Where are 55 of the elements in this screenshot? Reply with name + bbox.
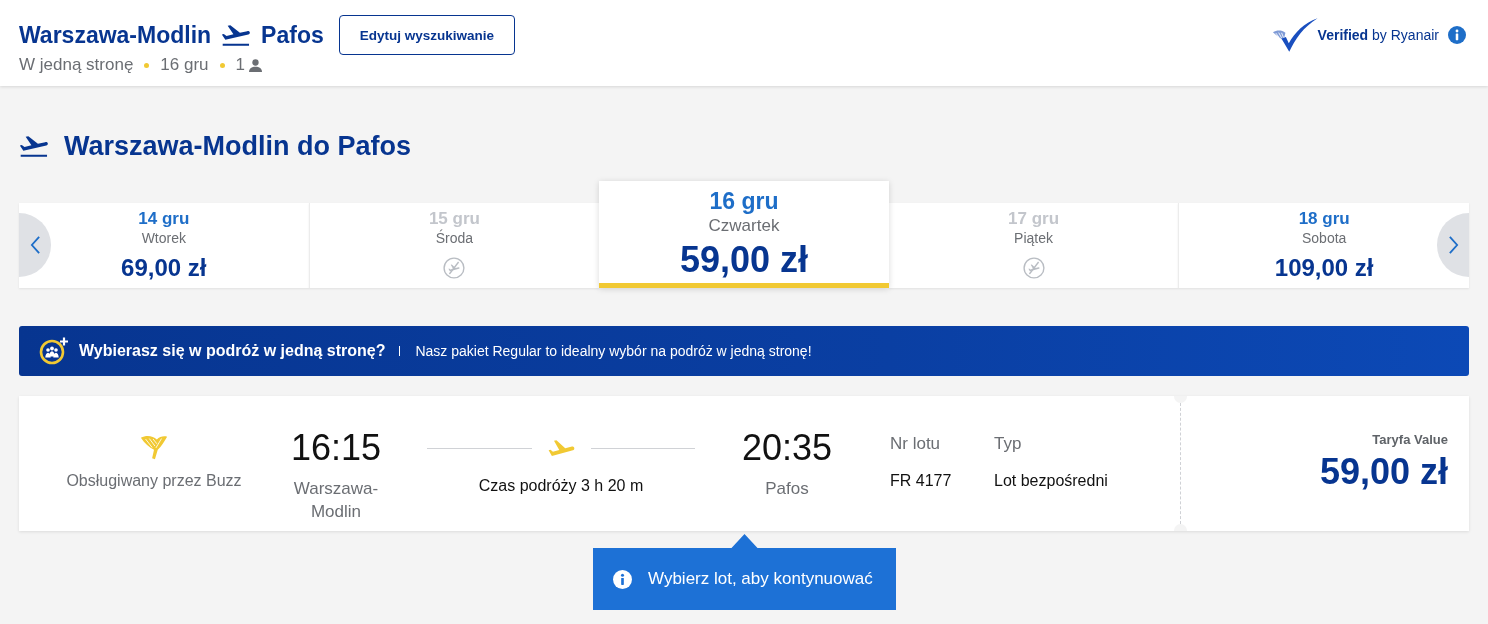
no-flight-icon bbox=[1022, 257, 1045, 279]
info-icon[interactable] bbox=[1448, 26, 1466, 44]
weekday: Środa bbox=[435, 229, 474, 247]
flight-type: Lot bezpośredni bbox=[994, 471, 1108, 491]
no-flight-icon bbox=[443, 257, 466, 279]
passenger-count: 1 bbox=[235, 55, 245, 75]
trip-type: W jedną stronę bbox=[19, 55, 134, 75]
weekday: Sobota bbox=[1302, 229, 1347, 247]
day-date: 17 gru bbox=[1008, 209, 1060, 229]
banner-text: Nasz pakiet Regular to idealny wybór na podróż w jedną stronę! bbox=[415, 343, 812, 359]
origin-city: Warszawa-Modlin bbox=[19, 21, 212, 49]
verified-check-icon bbox=[1271, 16, 1318, 54]
day-date: 18 gru bbox=[1298, 209, 1350, 229]
flight-duration: Czas podróży 3 h 20 m bbox=[478, 476, 644, 496]
weekday: Piątek bbox=[1014, 229, 1054, 247]
fare-price: 59,00 zł bbox=[1319, 451, 1448, 493]
weekday: Wtorek bbox=[141, 229, 186, 247]
departure-time: 16:15 bbox=[290, 428, 382, 468]
separator-dot-icon bbox=[144, 62, 150, 68]
day-price: 109,00 zł bbox=[1274, 253, 1374, 283]
edit-search-button[interactable]: Edytuj wyszukiwanie bbox=[338, 15, 516, 55]
destination-city: Pafos bbox=[261, 21, 324, 49]
day-date: 16 gru bbox=[709, 187, 779, 215]
notch-cutout bbox=[1174, 396, 1187, 403]
flight-card[interactable]: Obsługiwany przez Buzz 16:15 Warszawa-Modlin Czas podróży 3 h 20 m 20:35 Pafos Nr lotu FR 4177 Typ Lot bezpośredni Taryfa Value 59,00 zł bbox=[19, 396, 1469, 531]
chevron-left-icon bbox=[29, 235, 41, 255]
verified-label: Verified by Ryanair bbox=[1317, 27, 1439, 43]
day-date: 15 gru bbox=[428, 209, 480, 229]
separator-dot-icon bbox=[219, 62, 225, 68]
day-date: 14 gru bbox=[138, 209, 190, 229]
date-tab[interactable]: 14 gru Wtorek 69,00 zł bbox=[19, 203, 309, 288]
takeoff-plane-icon bbox=[20, 135, 48, 157]
flight-number-label: Nr lotu bbox=[890, 433, 941, 455]
takeoff-plane-icon bbox=[222, 24, 251, 46]
departure-airport: Warszawa-Modlin bbox=[292, 478, 380, 523]
arrival-airport: Pafos bbox=[765, 478, 809, 500]
banner-title: Wybierasz się w podróż w jedną stronę? bbox=[79, 342, 386, 360]
day-price: 69,00 zł bbox=[121, 253, 207, 283]
weekday: Czwartek bbox=[708, 215, 780, 237]
flight-type-label: Typ bbox=[994, 433, 1022, 455]
route-heading: Warszawa-Modlin do Pafos bbox=[64, 130, 412, 162]
group-plus-icon bbox=[39, 337, 69, 365]
flight-number: FR 4177 bbox=[890, 471, 952, 491]
person-icon bbox=[249, 58, 262, 72]
operator-label: Obsługiwany przez Buzz bbox=[66, 471, 242, 491]
info-icon bbox=[613, 569, 632, 589]
notch-cutout bbox=[1174, 524, 1187, 531]
chevron-right-icon bbox=[1447, 235, 1459, 255]
travel-date: 16 gru bbox=[160, 55, 209, 75]
date-tab[interactable]: 18 gru Sobota 109,00 zł bbox=[1178, 203, 1469, 288]
date-tab[interactable]: 16 gru Czwartek 59,00 zł bbox=[599, 181, 889, 288]
arrival-time: 20:35 bbox=[741, 428, 833, 468]
fare-label: Taryfa Value bbox=[1372, 431, 1448, 449]
day-price: 59,00 zł bbox=[679, 239, 809, 281]
tooltip-text: Wybierz lot, aby kontynuować bbox=[648, 569, 873, 589]
